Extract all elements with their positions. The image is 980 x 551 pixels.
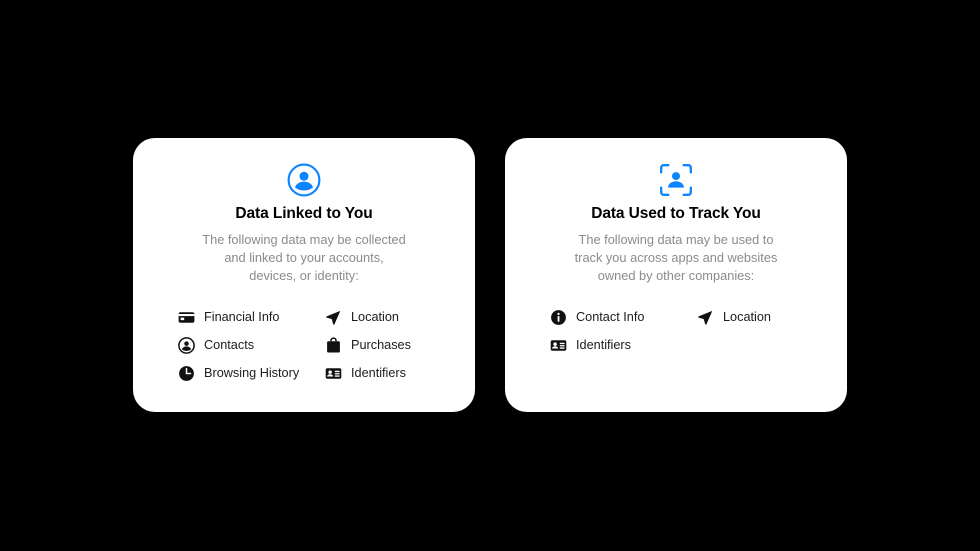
category-item-contact-info: Contact Info <box>550 303 697 331</box>
category-item-contacts: Contacts <box>178 331 325 359</box>
clock-icon <box>178 365 195 382</box>
location-arrow-icon <box>325 309 342 326</box>
person-viewfinder-icon <box>658 162 694 198</box>
id-card-icon <box>325 365 342 382</box>
person-circle-icon <box>286 162 322 198</box>
id-card-icon <box>550 337 567 354</box>
category-label: Financial Info <box>204 309 280 324</box>
category-label: Contacts <box>204 337 255 352</box>
card-data-used-to-track-you: Data Used to Track You The following dat… <box>505 138 847 412</box>
card-data-linked-to-you: Data Linked to You The following data ma… <box>133 138 475 412</box>
category-grid: Financial Info Location Contacts Purchas… <box>133 303 475 387</box>
category-item-identifiers: Identifiers <box>325 359 457 387</box>
category-label: Location <box>351 309 399 324</box>
category-label: Browsing History <box>204 365 300 380</box>
category-label: Identifiers <box>576 337 632 352</box>
privacy-nutrition-label-screen: Data Linked to You The following data ma… <box>0 0 980 551</box>
category-item-location: Location <box>325 303 457 331</box>
category-item-purchases: Purchases <box>325 331 457 359</box>
credit-card-icon <box>178 309 195 326</box>
card-description: The following data may be collected and … <box>202 231 406 283</box>
category-item-financial-info: Financial Info <box>178 303 325 331</box>
card-title: Data Linked to You <box>235 205 373 222</box>
category-item-identifiers: Identifiers <box>550 331 697 359</box>
location-arrow-icon <box>697 309 714 326</box>
info-circle-icon <box>550 309 567 326</box>
card-title: Data Used to Track You <box>591 205 761 222</box>
category-label: Location <box>723 309 771 324</box>
shopping-bag-icon <box>325 336 342 354</box>
category-item-location: Location <box>697 303 829 331</box>
card-description: The following data may be used to track … <box>574 231 778 283</box>
category-item-browsing-history: Browsing History <box>178 359 325 387</box>
category-label: Purchases <box>351 337 411 352</box>
category-label: Identifiers <box>351 365 407 380</box>
category-label: Contact Info <box>576 309 645 324</box>
contacts-person-circle-icon <box>178 336 195 354</box>
category-grid: Contact Info Location Identifiers <box>505 303 847 359</box>
